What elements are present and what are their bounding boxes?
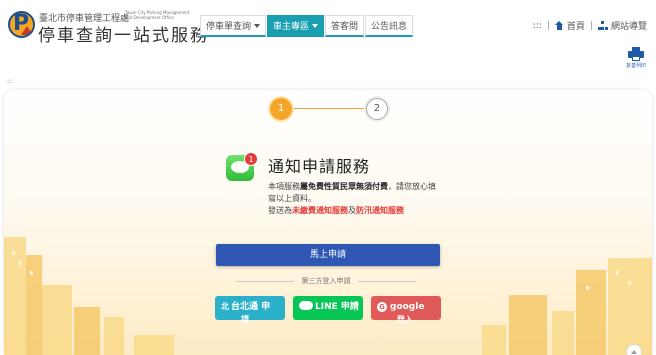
service-title: 通知申請服務 (268, 157, 371, 176)
chevron-down-icon (254, 24, 261, 28)
progress-steps: 1 2 (270, 98, 392, 120)
top-links: ::: | 首頁 | 網站導覽 (533, 19, 647, 33)
taipei-pass-label-wrap: 請 (241, 315, 249, 324)
chevron-down-icon (312, 24, 319, 28)
taipei-pass-icon: 北 (221, 302, 229, 311)
nav-faq-label: 答客問 (331, 22, 359, 32)
message-icon: 1 (226, 152, 258, 182)
nav-announcements-label: 公告訊息 (371, 22, 408, 32)
parking-office-logo[interactable]: P (8, 11, 35, 38)
google-login-label-wrap: 登入 (397, 315, 413, 324)
site-title[interactable]: 停車查詢一站式服務 (38, 21, 209, 46)
google-login-button[interactable]: Ggoogle 登入 (371, 296, 441, 324)
google-icon: G (377, 302, 387, 312)
step-2-indicator: 2 (366, 98, 388, 120)
desc-line2-prefix: 發送為 (268, 206, 292, 215)
content-accesskey-dots[interactable]: ::: (7, 78, 13, 85)
print-label: 友善列印 (625, 63, 646, 69)
home-link[interactable]: 首頁 (567, 19, 585, 32)
scroll-to-top-button[interactable] (626, 344, 642, 355)
third-party-divider: 第三方登入申請 (236, 276, 416, 286)
desc-free-notice: 屬免費性質民眾無須付費 (300, 182, 388, 191)
apply-now-button[interactable]: 馬上申請 (216, 244, 440, 266)
desc-unpaid-notice-service: 未繳費通知服務 (292, 206, 348, 215)
site-header: P 臺北市停車管理工程處 Taipei City Parking Managem… (0, 0, 656, 72)
third-party-label: 第三方登入申請 (301, 277, 351, 285)
google-login-label: google (390, 302, 425, 312)
nav-owner-area-label: 車主專區 (273, 22, 310, 32)
divider: | (589, 20, 593, 31)
line-login-label: LINE 申請 (315, 302, 359, 312)
line-login-button[interactable]: LINE 申請 (293, 296, 363, 320)
accesskey-dots[interactable]: ::: (533, 21, 542, 31)
taipei-pass-login-button[interactable]: 北台北通 申 請 (215, 296, 285, 324)
printer-icon (628, 47, 644, 61)
desc-flood-notice-service: 防汛通知服務 (356, 206, 404, 215)
divider: | (546, 20, 550, 31)
print-button[interactable]: 友善列印 (622, 47, 650, 69)
nav-faq[interactable]: 答客問 (325, 15, 365, 37)
home-icon (554, 21, 564, 30)
nav-announcements[interactable]: 公告訊息 (365, 15, 414, 37)
org-english-name: Taipei City Parking Management and Devel… (125, 10, 190, 20)
nav-owner-area[interactable]: 車主專區 (267, 15, 325, 37)
sitemap-link[interactable]: 網站導覽 (611, 19, 647, 32)
step-1-indicator: 1 (270, 98, 292, 120)
service-description: 本項服務屬免費性質民眾無須付費，請您放心填寫以上資料。 發送為未繳費通知服務及防… (268, 181, 438, 217)
sitemap-icon (597, 21, 608, 30)
main-content-card: 1 2 1 通知申請服務 本項服務屬免費性質民眾無須付費，請您放心填寫以上資料。… (4, 90, 652, 355)
step-connector (294, 108, 364, 109)
logo-triangle (21, 26, 33, 35)
desc-prefix: 本項服務 (268, 182, 300, 191)
nav-ticket-query-label: 停車單查詢 (206, 22, 252, 32)
nav-ticket-query[interactable]: 停車單查詢 (200, 15, 267, 37)
notification-badge: 1 (244, 152, 258, 166)
desc-and: 及 (348, 206, 356, 215)
main-nav: 停車單查詢 車主專區 答客問 公告訊息 (200, 15, 414, 37)
line-icon (299, 301, 313, 310)
taipei-pass-label: 台北通 申 (231, 302, 271, 312)
